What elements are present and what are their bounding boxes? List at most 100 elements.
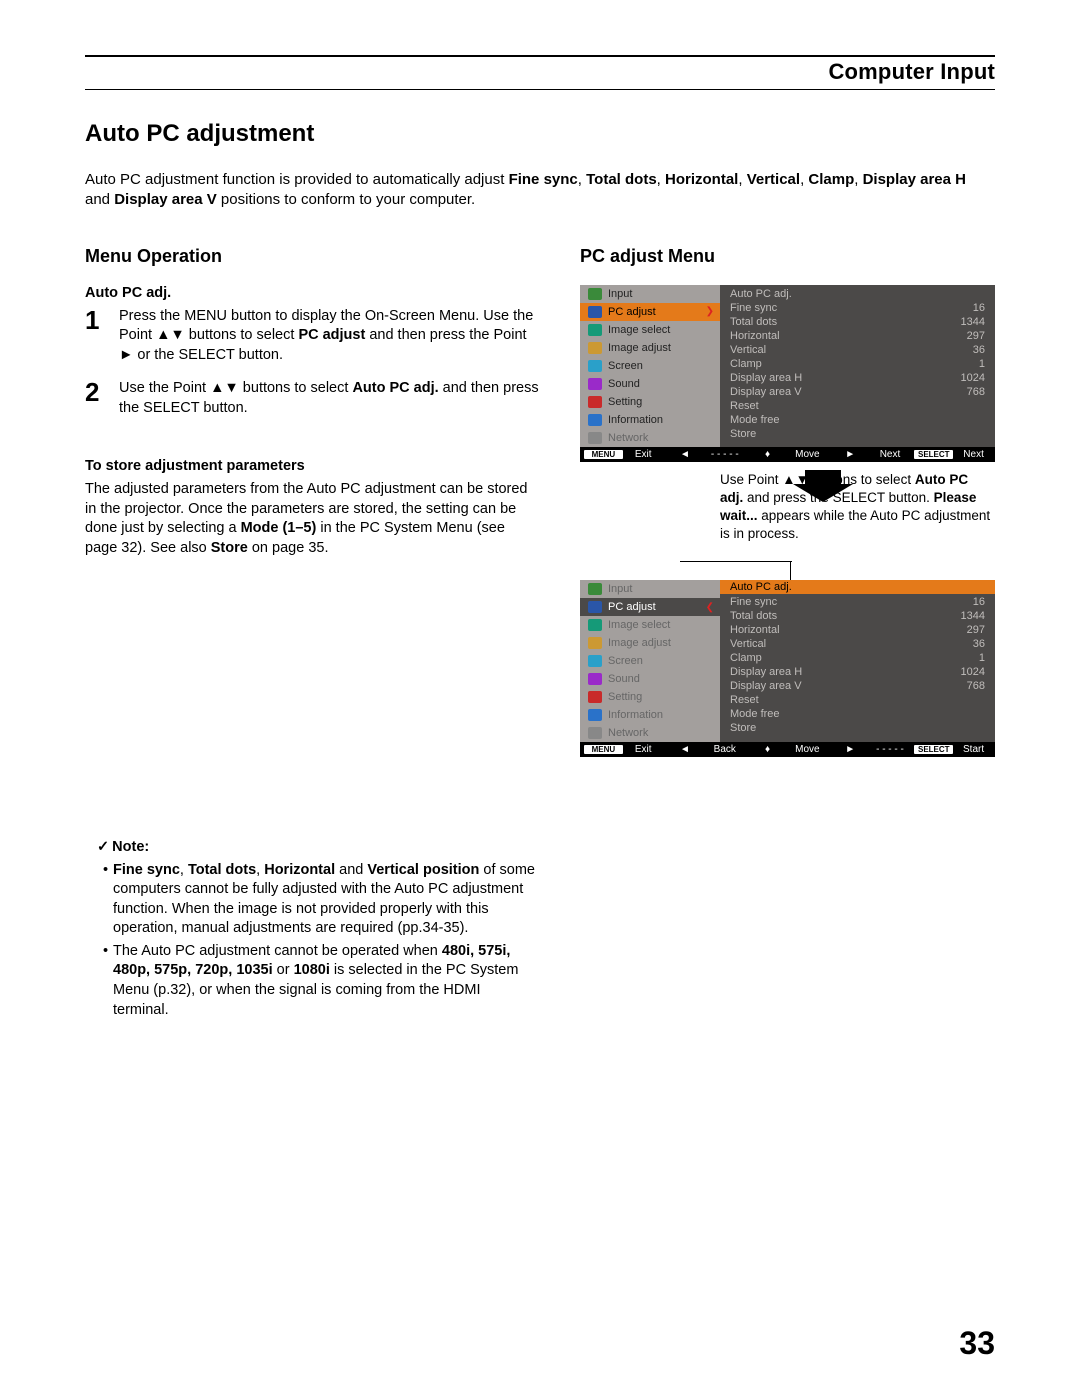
pc-adjust-icon — [588, 601, 602, 613]
osd-item-sound[interactable]: Sound — [580, 670, 720, 688]
information-icon — [588, 709, 602, 721]
step-number: 1 — [85, 307, 105, 366]
osd-item-pc-adjust[interactable]: PC adjust❮ — [580, 598, 720, 616]
osd-item-screen[interactable]: Screen — [580, 357, 720, 375]
osd-footer: MENUExit ◄Back ♦Move ►- - - - - SELECTSt… — [580, 742, 995, 757]
osd-param-row[interactable]: Total dots1344 — [728, 315, 987, 329]
osd-params: Auto PC adj. Fine sync16 Total dots1344 … — [720, 580, 995, 742]
osd-item-input[interactable]: Input — [580, 285, 720, 303]
osd-param-row[interactable]: Vertical36 — [728, 637, 987, 651]
note-item: Fine sync, Total dots, Horizontal and Ve… — [103, 861, 540, 939]
osd-param-row-selected[interactable]: Auto PC adj. — [720, 580, 995, 594]
sound-icon — [588, 378, 602, 390]
osd-item-input[interactable]: Input — [580, 580, 720, 598]
pc-adjust-icon — [588, 306, 602, 318]
setting-icon — [588, 396, 602, 408]
caption-text: Use Point ▲▼ buttons to select Auto PC a… — [720, 471, 995, 544]
foot-select: SELECTNext — [914, 449, 991, 460]
pc-adjust-menu-heading: PC adjust Menu — [580, 246, 995, 267]
osd-item-network[interactable]: Network — [580, 724, 720, 742]
foot-back: ◄Back — [667, 744, 744, 755]
intro-bold: Display area H — [863, 171, 966, 188]
network-icon — [588, 727, 602, 739]
osd-param-row[interactable]: Display area H1024 — [728, 371, 987, 385]
osd-item-setting[interactable]: Setting — [580, 688, 720, 706]
osd-panel-2: Input PC adjust❮ Image select Image adju… — [580, 580, 995, 757]
osd-param-row[interactable]: Horizontal297 — [728, 329, 987, 343]
menu-operation-heading: Menu Operation — [85, 246, 540, 267]
foot-next: ►- - - - - — [832, 744, 909, 755]
network-icon — [588, 432, 602, 444]
foot-move: ♦Move — [749, 744, 826, 755]
intro-paragraph: Auto PC adjustment function is provided … — [85, 170, 995, 211]
osd-item-network[interactable]: Network — [580, 429, 720, 447]
osd-item-image-select[interactable]: Image select — [580, 616, 720, 634]
osd-param-row[interactable]: Clamp1 — [728, 651, 987, 665]
step-text: Press the MENU button to display the On-… — [119, 307, 540, 366]
osd-item-image-adjust[interactable]: Image adjust — [580, 634, 720, 652]
osd-param-row[interactable]: Store — [728, 721, 987, 735]
osd-params: Auto PC adj. Fine sync16 Total dots1344 … — [720, 285, 995, 447]
osd-param-row[interactable]: Reset — [728, 693, 987, 707]
intro-bold: Display area V — [114, 191, 217, 208]
intro-bold: Clamp — [808, 171, 854, 188]
osd-param-row[interactable]: Clamp1 — [728, 357, 987, 371]
osd-item-information[interactable]: Information — [580, 411, 720, 429]
step-number: 2 — [85, 379, 105, 418]
osd-param-row[interactable]: Mode free — [728, 707, 987, 721]
section-header: Computer Input — [85, 59, 995, 85]
foot-exit: MENUExit — [584, 744, 661, 755]
chevron-left-icon: ❮ — [706, 602, 714, 613]
osd-item-information[interactable]: Information — [580, 706, 720, 724]
osd-sidebar: Input PC adjust❯ Image select Image adju… — [580, 285, 720, 447]
osd-param-row[interactable]: Reset — [728, 399, 987, 413]
osd-param-row[interactable]: Mode free — [728, 413, 987, 427]
foot-select: SELECTStart — [914, 744, 991, 755]
input-icon — [588, 288, 602, 300]
intro-tail: positions to conform to your computer. — [217, 191, 475, 208]
note-block: ✓Note: Fine sync, Total dots, Horizontal… — [85, 839, 540, 1021]
osd-item-screen[interactable]: Screen — [580, 652, 720, 670]
rule-top-thick — [85, 55, 995, 57]
step-2: 2 Use the Point ▲▼ buttons to select Aut… — [85, 379, 540, 418]
osd-param-row[interactable]: Display area H1024 — [728, 665, 987, 679]
osd-item-image-adjust[interactable]: Image adjust — [580, 339, 720, 357]
osd-item-pc-adjust[interactable]: PC adjust❯ — [580, 303, 720, 321]
intro-bold: Horizontal — [665, 171, 738, 188]
osd-item-sound[interactable]: Sound — [580, 375, 720, 393]
store-heading: To store adjustment parameters — [85, 458, 540, 474]
osd-param-row[interactable]: Vertical36 — [728, 343, 987, 357]
osd-param-row[interactable]: Fine sync16 — [728, 301, 987, 315]
step-1: 1 Press the MENU button to display the O… — [85, 307, 540, 366]
information-icon — [588, 414, 602, 426]
osd-item-setting[interactable]: Setting — [580, 393, 720, 411]
image-select-icon — [588, 324, 602, 336]
osd-param-row[interactable]: Display area V768 — [728, 385, 987, 399]
note-item: The Auto PC adjustment cannot be operate… — [103, 942, 540, 1020]
intro-bold: Fine sync — [509, 171, 578, 188]
screen-icon — [588, 360, 602, 372]
osd-footer: MENUExit ◄- - - - - ♦Move ►Next SELECTNe… — [580, 447, 995, 462]
auto-pc-adj-heading: Auto PC adj. — [85, 285, 540, 301]
checkmark-icon: ✓ — [97, 839, 109, 855]
foot-back: ◄- - - - - — [667, 449, 744, 460]
store-text: The adjusted parameters from the Auto PC… — [85, 480, 540, 558]
foot-move: ♦Move — [749, 449, 826, 460]
page-title: Auto PC adjustment — [85, 120, 995, 148]
osd-param-row[interactable]: Fine sync16 — [728, 595, 987, 609]
osd-param-row[interactable]: Horizontal297 — [728, 623, 987, 637]
osd-param-row[interactable]: Auto PC adj. — [728, 287, 987, 301]
osd-param-row[interactable]: Display area V768 — [728, 679, 987, 693]
input-icon — [588, 583, 602, 595]
screen-icon — [588, 655, 602, 667]
intro-bold: Total dots — [586, 171, 657, 188]
osd-item-image-select[interactable]: Image select — [580, 321, 720, 339]
intro-bold: Vertical — [747, 171, 800, 188]
right-column: PC adjust Menu Input PC adjust❯ Image se… — [580, 246, 995, 1024]
intro-text: Auto PC adjustment function is provided … — [85, 171, 509, 188]
left-column: Menu Operation Auto PC adj. 1 Press the … — [85, 246, 540, 1024]
page-number: 33 — [959, 1325, 995, 1362]
osd-param-row[interactable]: Total dots1344 — [728, 609, 987, 623]
osd-param-row[interactable]: Store — [728, 427, 987, 441]
image-adjust-icon — [588, 342, 602, 354]
